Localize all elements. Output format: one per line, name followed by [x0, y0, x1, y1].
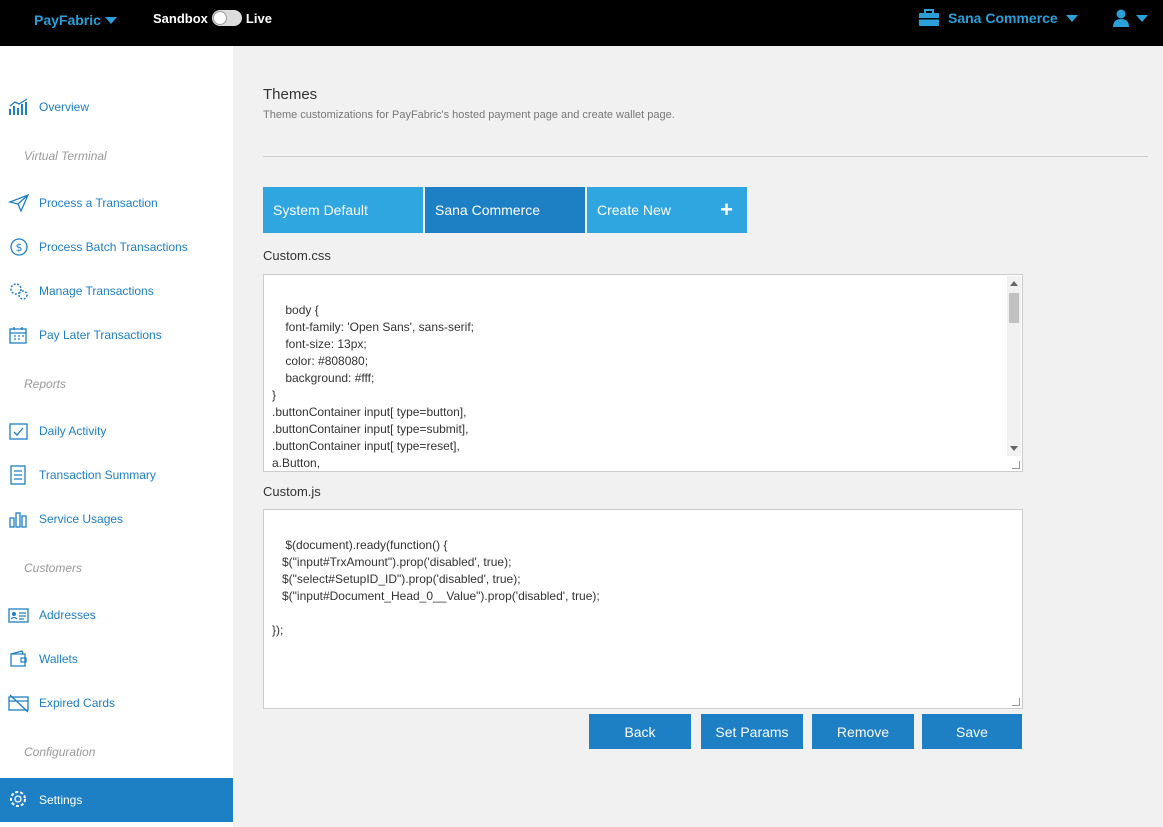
user-icon — [1113, 9, 1129, 27]
custom-js-label: Custom.js — [263, 484, 321, 499]
send-icon — [8, 193, 30, 213]
sidebar-item-label: Pay Later Transactions — [39, 328, 162, 342]
sidebar-item-label: Service Usages — [39, 512, 124, 526]
environment-switch: Sandbox Live — [153, 10, 272, 26]
sidebar-item-label: Process Batch Transactions — [39, 240, 188, 254]
resize-handle-icon[interactable] — [1012, 461, 1020, 469]
tab-label: Create New — [597, 202, 671, 218]
tab-sana-commerce[interactable]: Sana Commerce — [425, 187, 585, 233]
gears-icon — [10, 283, 28, 300]
back-button[interactable]: Back — [589, 714, 691, 749]
sidebar-item-batch-transactions[interactable]: $ Process Batch Transactions — [0, 230, 233, 264]
gear-icon — [10, 791, 26, 807]
custom-css-editor[interactable]: body { font-family: 'Open Sans', sans-se… — [263, 274, 1023, 472]
page-title: Themes — [263, 86, 318, 103]
list-icon — [10, 465, 26, 485]
brand-menu[interactable]: PayFabric — [34, 12, 117, 28]
top-bar: PayFabric Sandbox Live Sana Commerce — [0, 0, 1163, 46]
toggle-knob — [212, 11, 227, 25]
sidebar-item-label: Manage Transactions — [39, 284, 154, 298]
chevron-down-icon — [1065, 14, 1078, 22]
plus-icon: + — [720, 197, 733, 222]
sidebar-item-label: Daily Activity — [39, 424, 107, 438]
address-card-icon — [8, 608, 29, 623]
set-params-button[interactable]: Set Params — [701, 714, 803, 749]
theme-tabs: System Default Sana Commerce Create New … — [263, 187, 747, 233]
page-subtitle: Theme customizations for PayFabric's hos… — [263, 109, 675, 121]
wallet-icon — [10, 650, 27, 667]
custom-js-value: $(document).ready(function() { $("input#… — [272, 538, 600, 637]
sidebar-item-wallets[interactable]: Wallets — [0, 642, 233, 676]
sidebar-item-label: Transaction Summary — [39, 468, 156, 482]
sidebar-item-label: Wallets — [39, 652, 78, 666]
sidebar-item-settings[interactable]: Settings — [0, 778, 233, 822]
custom-css-label: Custom.css — [263, 248, 331, 263]
sandbox-label: Sandbox — [153, 10, 208, 26]
environment-toggle[interactable] — [211, 10, 242, 26]
sidebar-item-label: Overview — [39, 100, 90, 114]
sidebar-item-daily-activity[interactable]: Daily Activity — [0, 414, 233, 448]
chevron-down-icon — [104, 16, 117, 24]
sidebar-item-overview[interactable]: Overview — [0, 90, 233, 124]
scroll-thumb[interactable] — [1009, 293, 1019, 323]
divider — [263, 156, 1148, 157]
brand-label: PayFabric — [34, 12, 101, 28]
account-name: Sana Commerce — [948, 10, 1058, 26]
calendar-check-icon — [9, 423, 28, 440]
main-content: Themes Theme customizations for PayFabri… — [233, 46, 1163, 827]
sidebar-item-expired-cards[interactable]: Expired Cards — [0, 686, 233, 720]
live-label: Live — [245, 10, 272, 26]
card-off-icon — [8, 694, 29, 713]
tab-system-default[interactable]: System Default — [263, 187, 423, 233]
sidebar-item-pay-later[interactable]: Pay Later Transactions — [0, 318, 233, 352]
dollar-cycle-icon: $ — [10, 238, 28, 256]
sidebar-item-process-transaction[interactable]: Process a Transaction — [0, 186, 233, 220]
scroll-up-icon[interactable] — [1010, 281, 1018, 286]
sidebar-item-label: Settings — [39, 793, 83, 807]
custom-js-editor[interactable]: $(document).ready(function() { $("input#… — [263, 509, 1023, 709]
tab-create-new[interactable]: Create New + — [587, 187, 747, 233]
briefcase-icon — [919, 9, 939, 26]
remove-button[interactable]: Remove — [812, 714, 914, 749]
chevron-down-icon — [1136, 14, 1148, 22]
sidebar-item-label: Addresses — [39, 608, 96, 622]
resize-handle-icon[interactable] — [1012, 698, 1020, 706]
sidebar: Overview Virtual Terminal Process a Tran… — [0, 46, 233, 827]
css-scrollbar[interactable] — [1007, 276, 1021, 456]
section-configuration: Configuration — [24, 745, 96, 759]
save-button[interactable]: Save — [922, 714, 1022, 749]
svg-text:$: $ — [16, 241, 23, 254]
section-reports: Reports — [24, 377, 67, 391]
tab-label: Sana Commerce — [435, 202, 541, 218]
user-menu[interactable] — [1112, 9, 1148, 27]
section-customers: Customers — [24, 561, 83, 575]
custom-css-value: body { font-family: 'Open Sans', sans-se… — [272, 303, 474, 470]
tab-label: System Default — [273, 202, 368, 218]
bars-icon — [9, 512, 27, 528]
sidebar-item-manage-transactions[interactable]: Manage Transactions — [0, 274, 233, 308]
sidebar-item-transaction-summary[interactable]: Transaction Summary — [0, 458, 233, 492]
calendar-icon — [9, 327, 27, 344]
section-virtual-terminal: Virtual Terminal — [24, 149, 107, 163]
sidebar-item-addresses[interactable]: Addresses — [0, 598, 233, 632]
scroll-down-icon[interactable] — [1010, 446, 1018, 451]
account-menu[interactable]: Sana Commerce — [918, 9, 1078, 27]
sidebar-item-label: Process a Transaction — [39, 196, 158, 210]
sidebar-item-label: Expired Cards — [39, 696, 116, 710]
chart-icon — [9, 98, 28, 115]
sidebar-item-service-usages[interactable]: Service Usages — [0, 502, 233, 536]
